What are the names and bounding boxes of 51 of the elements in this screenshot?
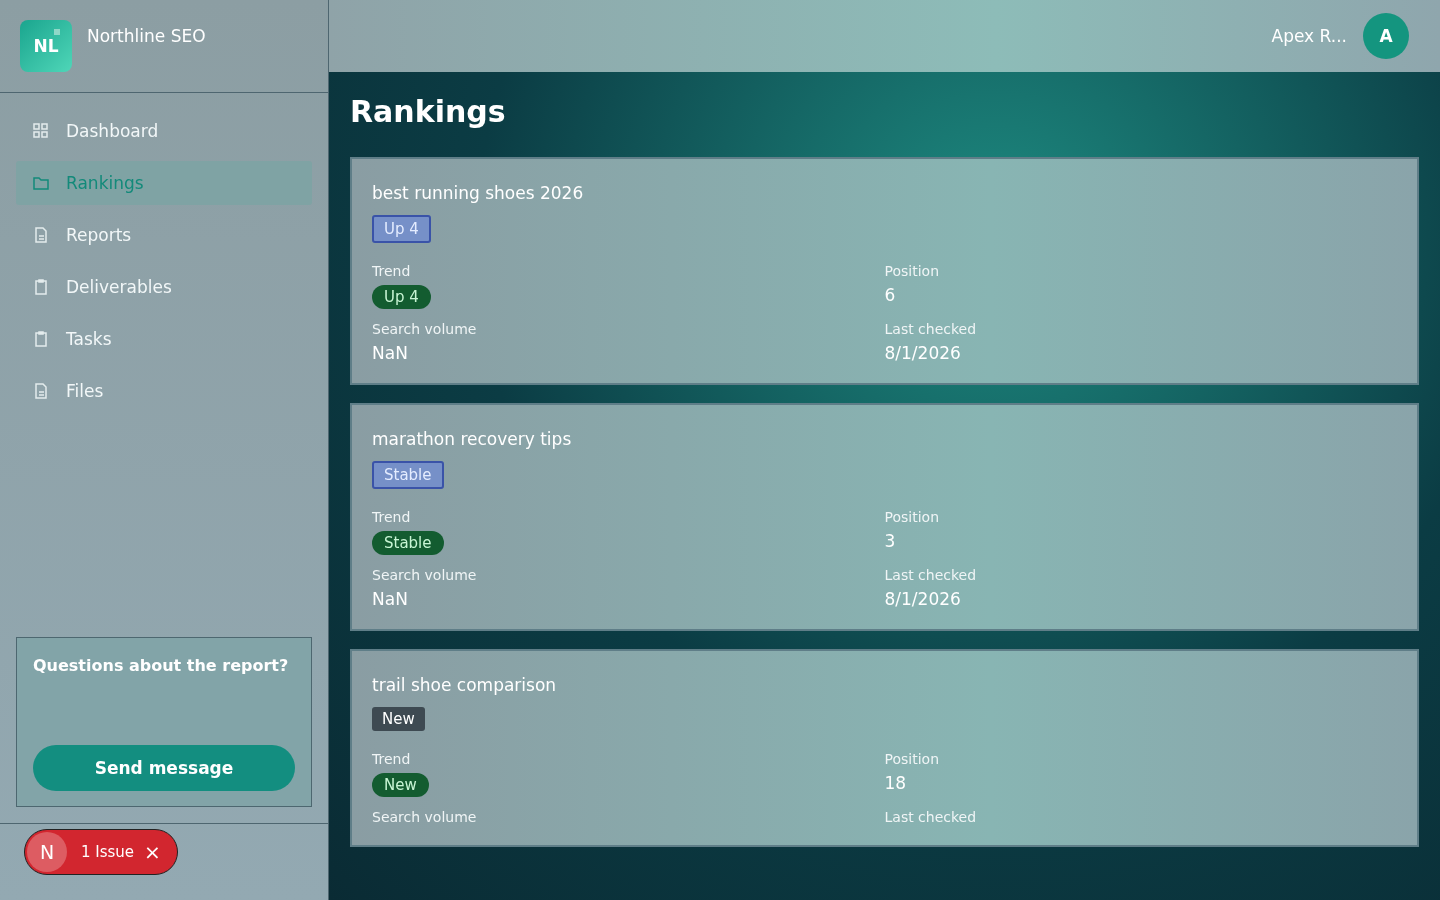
trend-pill: Up 4 (372, 285, 431, 309)
send-message-button[interactable]: Send message (33, 745, 295, 791)
field-value: 8/1/2026 (884, 589, 962, 609)
folder-icon (32, 174, 50, 192)
field-value: 6 (884, 285, 897, 305)
field-label: Search volume (372, 809, 478, 825)
avatar-circle: N (27, 832, 67, 872)
field-value: NaN (372, 343, 409, 363)
field-value: 3 (884, 531, 897, 551)
issue-badge[interactable]: N 1 Issue × (24, 829, 178, 875)
field-value: 18 (884, 773, 908, 793)
field-label: Last checked (884, 321, 978, 337)
brand-name: Northline SEO (87, 26, 206, 46)
help-title: Questions about the report? (33, 656, 290, 675)
sidebar-item[interactable]: Files (16, 369, 312, 413)
field-label: Position (884, 263, 940, 279)
field-label: Trend (372, 751, 412, 767)
sidebar-item[interactable]: Reports (16, 213, 312, 257)
field-label: Search volume (372, 567, 478, 583)
sidebar-item[interactable]: Tasks (16, 317, 312, 361)
document-icon (32, 226, 50, 244)
field-label: Trend (372, 263, 412, 279)
sidebar-item[interactable]: Rankings (16, 161, 312, 205)
status-badge: Stable (372, 461, 444, 489)
close-icon[interactable]: × (144, 840, 161, 864)
trend-pill: Stable (372, 531, 444, 555)
clipboard-icon (32, 330, 50, 348)
user-avatar[interactable]: A (1363, 13, 1409, 59)
field-label: Position (884, 751, 940, 767)
issue-count: 1 Issue (81, 843, 135, 861)
status-badge: Up 4 (372, 215, 431, 243)
field-value: NaN (372, 589, 409, 609)
trend-pill: New (372, 773, 429, 797)
sidebar-item[interactable]: Deliverables (16, 265, 312, 309)
keyword-title: marathon recovery tips (372, 429, 573, 449)
status-badge: New (372, 707, 425, 731)
page-title: Rankings (350, 94, 507, 129)
field-label: Last checked (884, 567, 978, 583)
field-label: Search volume (372, 321, 478, 337)
field-value: 8/1/2026 (884, 343, 962, 363)
field-label: Last checked (884, 809, 978, 825)
field-label: Trend (372, 509, 412, 525)
sidebar-item[interactable]: Dashboard (16, 109, 312, 153)
field-label: Position (884, 509, 940, 525)
user-name: Apex R... (1271, 26, 1347, 46)
logo-icon: NL (20, 20, 72, 72)
keyword-title: trail shoe comparison (372, 675, 558, 695)
document-icon (32, 382, 50, 400)
keyword-title: best running shoes 2026 (372, 183, 585, 203)
grid-icon (32, 122, 50, 140)
clipboard-icon (32, 278, 50, 296)
